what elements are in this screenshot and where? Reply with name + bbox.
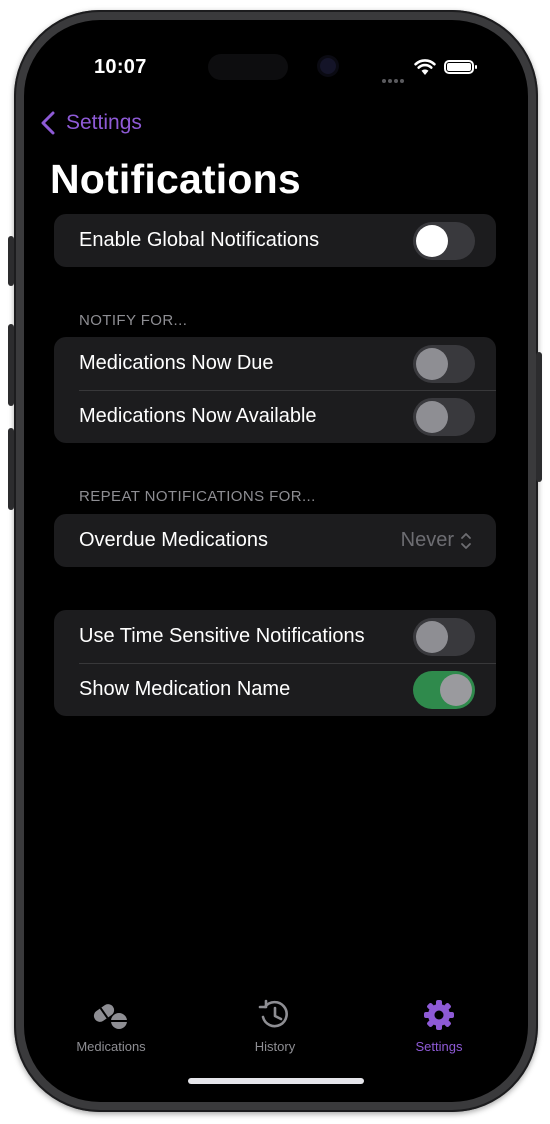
front-camera bbox=[320, 58, 336, 74]
medications-available-toggle[interactable] bbox=[413, 397, 475, 436]
gear-icon bbox=[424, 1000, 454, 1030]
medications-due-toggle[interactable] bbox=[413, 344, 475, 383]
chevron-up-down-icon bbox=[461, 532, 471, 549]
enable-global-toggle[interactable] bbox=[413, 221, 475, 260]
pills-icon bbox=[93, 1004, 127, 1029]
global-group: Enable Global Notifications bbox=[54, 214, 496, 267]
time-sensitive-label: Use Time Sensitive Notifications bbox=[79, 625, 365, 647]
tab-bar: Medications History Settings bbox=[24, 995, 528, 1065]
toggle-knob bbox=[416, 347, 448, 380]
tab-settings[interactable]: Settings bbox=[379, 995, 499, 1054]
back-button[interactable]: Settings bbox=[38, 108, 142, 138]
wifi-icon bbox=[414, 59, 436, 75]
overdue-row[interactable]: Overdue Medications Never bbox=[54, 514, 496, 567]
repeat-group: Overdue Medications Never bbox=[54, 514, 496, 567]
back-label: Settings bbox=[66, 111, 142, 134]
overdue-label: Overdue Medications bbox=[79, 529, 268, 551]
medications-due-label: Medications Now Due bbox=[79, 352, 274, 374]
volume-up-button bbox=[8, 324, 14, 406]
home-indicator[interactable] bbox=[188, 1078, 364, 1084]
toggle-knob bbox=[440, 673, 472, 706]
signal-icon bbox=[382, 70, 406, 83]
volume-down-button bbox=[8, 428, 14, 510]
action-button bbox=[8, 236, 14, 286]
dynamic-island bbox=[208, 54, 288, 80]
chevron-left-icon bbox=[41, 111, 55, 135]
options-group: Use Time Sensitive Notifications Show Me… bbox=[54, 610, 496, 716]
repeat-picker[interactable]: Never bbox=[401, 514, 472, 567]
list-item: Show Medication Name bbox=[54, 663, 496, 716]
notify-for-header: NOTIFY FOR... bbox=[79, 312, 188, 329]
toggle-knob bbox=[416, 400, 448, 433]
toggle-knob bbox=[416, 620, 448, 653]
toggle-knob bbox=[416, 224, 448, 257]
repeat-header: REPEAT NOTIFICATIONS FOR... bbox=[79, 488, 316, 505]
status-time: 10:07 bbox=[94, 56, 147, 78]
history-icon bbox=[258, 999, 288, 1028]
time-sensitive-toggle[interactable] bbox=[413, 617, 475, 656]
list-item: Use Time Sensitive Notifications bbox=[54, 610, 496, 663]
enable-global-row: Enable Global Notifications bbox=[54, 214, 496, 267]
tab-label: Medications bbox=[76, 1039, 146, 1054]
notify-for-group: Medications Now Due Medications Now Avai… bbox=[54, 337, 496, 443]
tab-medications[interactable]: Medications bbox=[51, 995, 171, 1054]
repeat-value: Never bbox=[400, 529, 454, 551]
medications-available-label: Medications Now Available bbox=[79, 405, 317, 427]
tab-label: History bbox=[254, 1039, 296, 1054]
screen: 10:07 Settings Notifications Enable Glob… bbox=[24, 20, 528, 1102]
show-name-label: Show Medication Name bbox=[79, 678, 291, 700]
page-title: Notifications bbox=[50, 156, 301, 202]
tab-history[interactable]: History bbox=[215, 995, 335, 1054]
battery-icon bbox=[444, 60, 477, 74]
tab-label: Settings bbox=[415, 1039, 463, 1054]
list-item: Medications Now Available bbox=[54, 390, 496, 443]
power-button bbox=[536, 352, 542, 482]
enable-global-label: Enable Global Notifications bbox=[79, 229, 320, 251]
list-item: Medications Now Due bbox=[54, 337, 496, 390]
show-name-toggle[interactable] bbox=[413, 670, 475, 709]
